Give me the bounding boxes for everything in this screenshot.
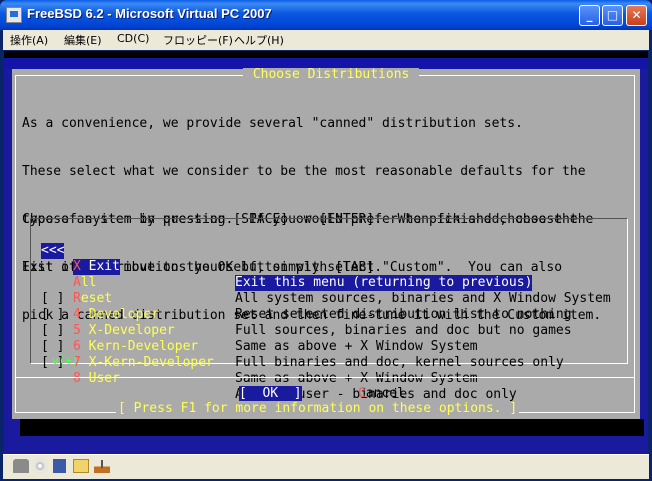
- list-item-kern-developer[interactable]: [ ] 6 Kern-Developer Full binaries and d…: [31, 307, 627, 370]
- item-name: User: [80, 371, 120, 386]
- button-separator: [15, 377, 635, 378]
- item-desc: Full binaries and doc, kernel sources on…: [235, 355, 564, 370]
- more-items-indicator: v(+): [52, 354, 79, 367]
- item-desc: Same as above + X Window System: [235, 371, 478, 386]
- menu-action[interactable]: 操作(A): [10, 32, 48, 48]
- title-bar[interactable]: FreeBSD 6.2 - Microsoft Virtual PC 2007 …: [0, 0, 652, 30]
- ok-button[interactable]: [ OK ]: [239, 386, 302, 401]
- intro-line: As a convenience, we provide several "ca…: [22, 116, 523, 131]
- screen-top-black: [4, 51, 648, 58]
- f1-help-hint: [ Press F1 for more information on these…: [116, 401, 520, 416]
- app-icon: [6, 7, 22, 23]
- list-item-user[interactable]: [ ] 8 User Average user - binaries and d…: [31, 339, 627, 402]
- vm-screen[interactable]: Choose Distributions As a convenience, w…: [4, 51, 648, 454]
- menu-bar: 操作(A) 編集(E) CD(C) フロッピー(F) ヘルプ(H): [3, 30, 649, 50]
- window-title: FreeBSD 6.2 - Microsoft Virtual PC 2007: [27, 6, 272, 21]
- list-item-x-developer[interactable]: [ ] 5 X-Developer Same as above + X Wind…: [31, 291, 627, 354]
- shared-folder-icon[interactable]: [73, 459, 89, 473]
- list-item-exit[interactable]: <<< X Exit Exit this menu (returning to …: [31, 227, 627, 291]
- floppy-icon[interactable]: [53, 459, 66, 473]
- dialog-shadow: [20, 419, 644, 436]
- cancel-hotkey: C: [358, 386, 366, 401]
- distribution-list: <<< X Exit Exit this menu (returning to …: [30, 218, 628, 402]
- menu-cd[interactable]: CD(C): [117, 32, 149, 45]
- cancel-button[interactable]: Cancel: [358, 386, 405, 401]
- list-item-all[interactable]: All All system sources, binaries and X W…: [31, 243, 627, 306]
- minimize-button[interactable]: _: [579, 5, 600, 26]
- choose-distributions-dialog: Choose Distributions As a convenience, w…: [12, 67, 640, 419]
- maximize-button[interactable]: □: [602, 5, 623, 26]
- network-icon[interactable]: [13, 459, 29, 473]
- vpc-window: FreeBSD 6.2 - Microsoft Virtual PC 2007 …: [0, 0, 652, 481]
- menu-edit[interactable]: 編集(E): [64, 32, 102, 48]
- close-button[interactable]: ✕: [626, 5, 647, 26]
- item-hotkey: 8: [73, 371, 81, 386]
- intro-line: These select what we consider to be the …: [22, 164, 586, 179]
- usb-icon[interactable]: [94, 459, 110, 473]
- menu-floppy[interactable]: フロッピー(F): [163, 32, 233, 48]
- list-item-developer[interactable]: [ ] 4 Developer Full sources, binaries a…: [31, 275, 627, 338]
- cd-icon[interactable]: [33, 459, 47, 473]
- list-item-reset[interactable]: Reset Reset selected distribution list t…: [31, 259, 627, 322]
- dialog-title: Choose Distributions: [243, 67, 420, 82]
- status-bar: [3, 454, 649, 479]
- item-label: 8 User: [73, 371, 120, 387]
- cancel-label: ancel: [365, 386, 405, 401]
- menu-help[interactable]: ヘルプ(H): [234, 32, 284, 48]
- list-item-x-kern-developer[interactable]: [ ] 7 X-Kern-Developer Same as above + X…: [31, 323, 627, 386]
